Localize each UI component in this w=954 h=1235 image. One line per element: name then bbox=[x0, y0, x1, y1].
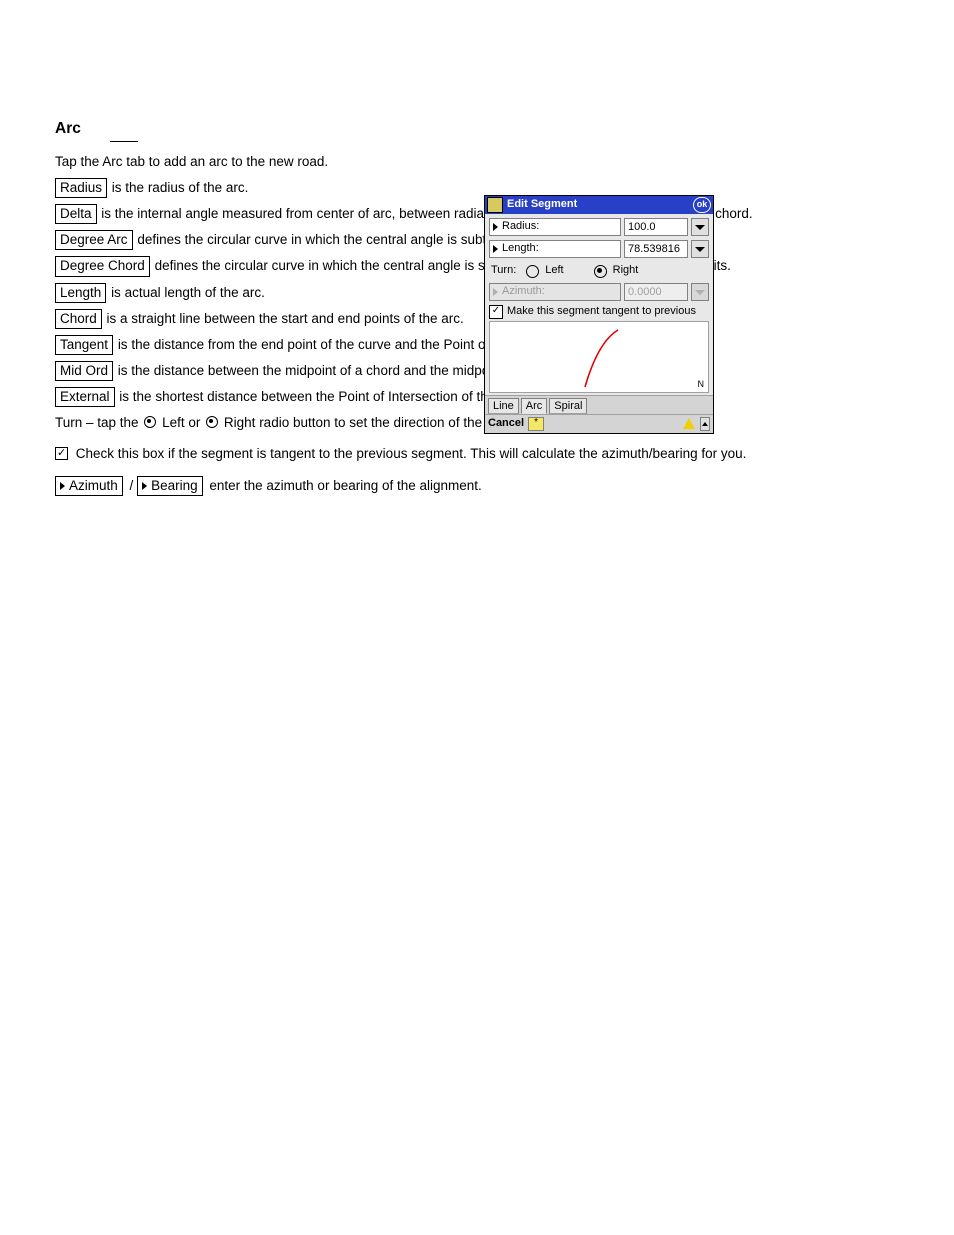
radius-units-dropdown[interactable] bbox=[691, 218, 709, 236]
length-input[interactable]: 78.539816 bbox=[624, 240, 688, 258]
menu-expand-button[interactable] bbox=[700, 417, 710, 431]
arrow-right-icon bbox=[493, 245, 498, 253]
tab-line[interactable]: Line bbox=[488, 398, 519, 414]
term-chord: Chord bbox=[55, 309, 102, 329]
azbr-text: enter the azimuth or bearing of the alig… bbox=[209, 478, 481, 493]
turn-suffix: radio button to set the direction of the… bbox=[259, 415, 508, 430]
term-length: Length bbox=[55, 283, 106, 303]
bearing-label: Bearing bbox=[151, 478, 198, 493]
cancel-button[interactable]: Cancel bbox=[488, 417, 524, 430]
radio-icon bbox=[144, 416, 156, 428]
turn-left-text: Left bbox=[545, 264, 563, 277]
azimuth-dropdown: Azimuth: bbox=[489, 283, 621, 301]
turn-label: Turn: bbox=[491, 264, 516, 277]
chevron-down-icon bbox=[695, 247, 705, 252]
az-slash: / bbox=[130, 478, 138, 493]
arrow-right-icon bbox=[142, 482, 147, 490]
turn-prefix: Turn – tap the bbox=[55, 415, 142, 430]
chevron-down-icon bbox=[695, 225, 705, 230]
term-radius-text: is the radius of the arc. bbox=[112, 180, 249, 195]
term-tangent: Tangent bbox=[55, 335, 113, 355]
term-length-text: is actual length of the arc. bbox=[111, 285, 265, 300]
section-title: Arc bbox=[55, 120, 899, 139]
window-title: Edit Segment bbox=[507, 198, 577, 211]
star-button[interactable]: * bbox=[528, 417, 544, 431]
arrow-right-icon bbox=[493, 223, 498, 231]
term-delta: Delta bbox=[55, 204, 97, 224]
turn-right-text: Right bbox=[613, 264, 639, 277]
tangent-checkbox-text: Check this box if the segment is tangent… bbox=[76, 446, 747, 461]
bearing-button: Bearing bbox=[137, 476, 203, 496]
term-radius: Radius bbox=[55, 178, 107, 198]
radius-input[interactable]: 100.0 bbox=[624, 218, 688, 236]
azimuth-label: Azimuth bbox=[69, 478, 118, 493]
azimuth-input: 0.0000 bbox=[624, 283, 688, 301]
arrow-right-icon bbox=[60, 482, 65, 490]
azimuth-label: Azimuth: bbox=[502, 285, 545, 298]
tangent-checkbox-label: Make this segment tangent to previous bbox=[507, 305, 696, 318]
length-units-dropdown[interactable] bbox=[691, 240, 709, 258]
turn-mid: or bbox=[188, 415, 204, 430]
tangent-checkbox[interactable]: ✓ bbox=[489, 305, 503, 319]
arrow-right-icon bbox=[493, 288, 498, 296]
ok-button[interactable]: ok bbox=[693, 197, 711, 213]
tab-spiral[interactable]: Spiral bbox=[549, 398, 587, 414]
azimuth-button: Azimuth bbox=[55, 476, 123, 496]
length-dropdown[interactable]: Length: bbox=[489, 240, 621, 258]
term-degree-chord: Degree Chord bbox=[55, 256, 150, 276]
azimuth-units-dropdown bbox=[691, 283, 709, 301]
radius-dropdown[interactable]: Radius: bbox=[489, 218, 621, 236]
chevron-down-icon bbox=[695, 290, 705, 295]
chevron-up-icon bbox=[702, 422, 708, 426]
tab-arc[interactable]: Arc bbox=[521, 398, 548, 414]
turn-left-label: Left bbox=[162, 415, 185, 430]
term-degree-arc: Degree Arc bbox=[55, 230, 133, 250]
length-label: Length: bbox=[502, 242, 539, 255]
segment-preview: N bbox=[489, 321, 709, 393]
turn-right-radio[interactable] bbox=[594, 265, 607, 278]
north-indicator: N bbox=[698, 379, 705, 390]
turn-left-radio[interactable] bbox=[526, 265, 539, 278]
turn-right-label: Right bbox=[224, 415, 256, 430]
term-external: External bbox=[55, 387, 115, 407]
term-mid-ord: Mid Ord bbox=[55, 361, 113, 381]
app-icon bbox=[487, 197, 503, 213]
title-underline bbox=[110, 141, 138, 142]
warning-icon[interactable] bbox=[682, 418, 696, 430]
radius-label: Radius: bbox=[502, 220, 539, 233]
section-intro: Tap the Arc tab to add an arc to the new… bbox=[55, 154, 899, 170]
radio-icon bbox=[206, 416, 218, 428]
checkbox-icon: ✓ bbox=[55, 447, 68, 460]
edit-segment-window: Edit Segment ok Radius: 100.0 Length: 78… bbox=[484, 195, 714, 434]
term-chord-text: is a straight line between the start and… bbox=[107, 311, 464, 326]
